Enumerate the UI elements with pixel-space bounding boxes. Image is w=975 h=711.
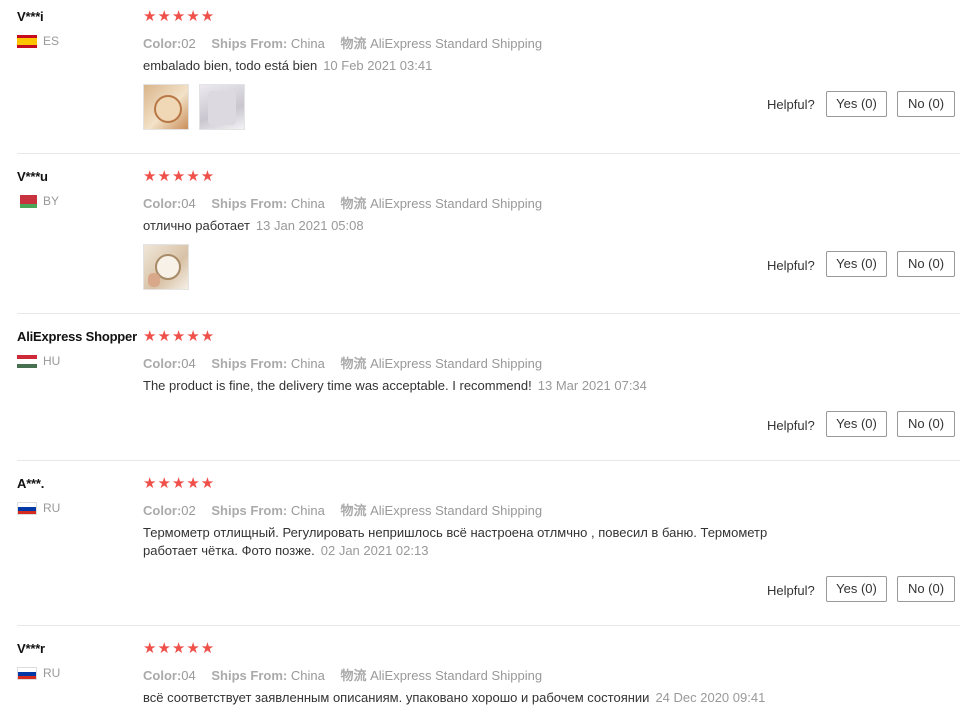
helpful-yes-button[interactable]: Yes (0): [826, 91, 887, 117]
shipping-value: AliExpress Standard Shipping: [370, 668, 543, 683]
review-photo[interactable]: [199, 84, 245, 130]
country-code: HU: [43, 354, 61, 368]
color-value: 02: [181, 36, 196, 51]
shipping-label: 物流: [340, 356, 367, 371]
color-value: 04: [181, 668, 196, 683]
flag-ru-icon: [17, 666, 37, 680]
review-body: Термометр отлищный. Регулировать непришл…: [143, 525, 768, 558]
review-body: отлично работает: [143, 218, 250, 233]
ships-from-value: China: [290, 668, 325, 683]
star-rating: ★★★★★: [143, 168, 216, 185]
star-rating: ★★★★★: [143, 640, 216, 657]
review-text: всё соответствует заявленным описаниям. …: [143, 689, 765, 707]
country-code: RU: [43, 666, 61, 680]
review-photos: [143, 244, 189, 290]
review-meta: Color:04 Ships From: China 物流 AliExpress…: [143, 665, 542, 684]
divider: [17, 460, 960, 461]
divider: [17, 153, 960, 154]
flag-ru-icon: [17, 501, 37, 515]
shipping-label: 物流: [340, 668, 367, 683]
review-date: 02 Jan 2021 02:13: [320, 543, 429, 558]
ships-from-label: Ships From:: [211, 503, 288, 518]
helpful-label: Helpful?: [767, 258, 815, 273]
helpful-label: Helpful?: [767, 583, 815, 598]
helpful-yes-button[interactable]: Yes (0): [826, 411, 887, 437]
helpful-no-button[interactable]: No (0): [897, 576, 955, 602]
divider: [17, 625, 960, 626]
review-meta: Color:02 Ships From: China 物流 AliExpress…: [143, 33, 542, 52]
shipping-value: AliExpress Standard Shipping: [370, 36, 543, 51]
color-label: Color:: [143, 503, 182, 518]
flag-es-icon: [17, 34, 37, 48]
color-label: Color:: [143, 356, 182, 371]
country-code: ES: [43, 34, 60, 48]
color-label: Color:: [143, 668, 182, 683]
color-value: 04: [181, 356, 196, 371]
country-code: BY: [43, 194, 60, 208]
country-code: RU: [43, 501, 61, 515]
review-meta: Color:02 Ships From: China 物流 AliExpress…: [143, 500, 542, 519]
review-body: всё соответствует заявленным описаниям. …: [143, 690, 650, 705]
reviewer-name: V***r: [17, 641, 45, 656]
review-photos: [143, 84, 245, 130]
helpful-no-button[interactable]: No (0): [897, 91, 955, 117]
shipping-label: 物流: [340, 503, 367, 518]
flag-by-icon: [17, 194, 37, 208]
reviewer-country: BY: [17, 194, 59, 208]
review-date: 13 Jan 2021 05:08: [255, 218, 364, 233]
reviewer-country: HU: [17, 354, 60, 368]
ships-from-label: Ships From:: [211, 668, 288, 683]
ships-from-value: China: [290, 503, 325, 518]
reviewer-country: RU: [17, 501, 60, 515]
shipping-value: AliExpress Standard Shipping: [370, 503, 543, 518]
helpful-label: Helpful?: [767, 418, 815, 433]
reviewer-country: RU: [17, 666, 60, 680]
reviewer-country: ES: [17, 34, 59, 48]
review-meta: Color:04 Ships From: China 物流 AliExpress…: [143, 193, 542, 212]
helpful-yes-button[interactable]: Yes (0): [826, 251, 887, 277]
shipping-value: AliExpress Standard Shipping: [370, 196, 543, 211]
ships-from-value: China: [290, 36, 325, 51]
flag-hu-icon: [17, 354, 37, 368]
star-rating: ★★★★★: [143, 328, 216, 345]
review-photo[interactable]: [143, 84, 189, 130]
star-rating: ★★★★★: [143, 8, 216, 25]
ships-from-value: China: [290, 196, 325, 211]
review-body: The product is fine, the delivery time w…: [143, 378, 532, 393]
divider: [17, 313, 960, 314]
review-text: Термометр отлищный. Регулировать непришл…: [143, 524, 823, 560]
review-photo[interactable]: [143, 244, 189, 290]
review-text: The product is fine, the delivery time w…: [143, 377, 647, 395]
color-value: 04: [181, 196, 196, 211]
ships-from-label: Ships From:: [211, 36, 288, 51]
ships-from-label: Ships From:: [211, 196, 288, 211]
reviewer-name: A***.: [17, 476, 45, 491]
review-meta: Color:04 Ships From: China 物流 AliExpress…: [143, 353, 542, 372]
ships-from-value: China: [290, 356, 325, 371]
review-text: embalado bien, todo está bien 10 Feb 2021…: [143, 57, 432, 75]
review-date: 13 Mar 2021 07:34: [537, 378, 647, 393]
shipping-value: AliExpress Standard Shipping: [370, 356, 543, 371]
ships-from-label: Ships From:: [211, 356, 288, 371]
shipping-label: 物流: [340, 36, 367, 51]
color-value: 02: [181, 503, 196, 518]
reviewer-name: AliExpress Shopper: [17, 329, 137, 344]
reviewer-name: V***u: [17, 169, 48, 184]
helpful-yes-button[interactable]: Yes (0): [826, 576, 887, 602]
review-date: 10 Feb 2021 03:41: [323, 58, 433, 73]
review-body: embalado bien, todo está bien: [143, 58, 318, 73]
shipping-label: 物流: [340, 196, 367, 211]
star-rating: ★★★★★: [143, 475, 216, 492]
color-label: Color:: [143, 196, 182, 211]
review-text: отлично работает 13 Jan 2021 05:08: [143, 217, 364, 235]
helpful-no-button[interactable]: No (0): [897, 411, 955, 437]
helpful-label: Helpful?: [767, 97, 815, 112]
helpful-no-button[interactable]: No (0): [897, 251, 955, 277]
reviewer-name: V***i: [17, 9, 44, 24]
color-label: Color:: [143, 36, 182, 51]
review-date: 24 Dec 2020 09:41: [655, 690, 766, 705]
